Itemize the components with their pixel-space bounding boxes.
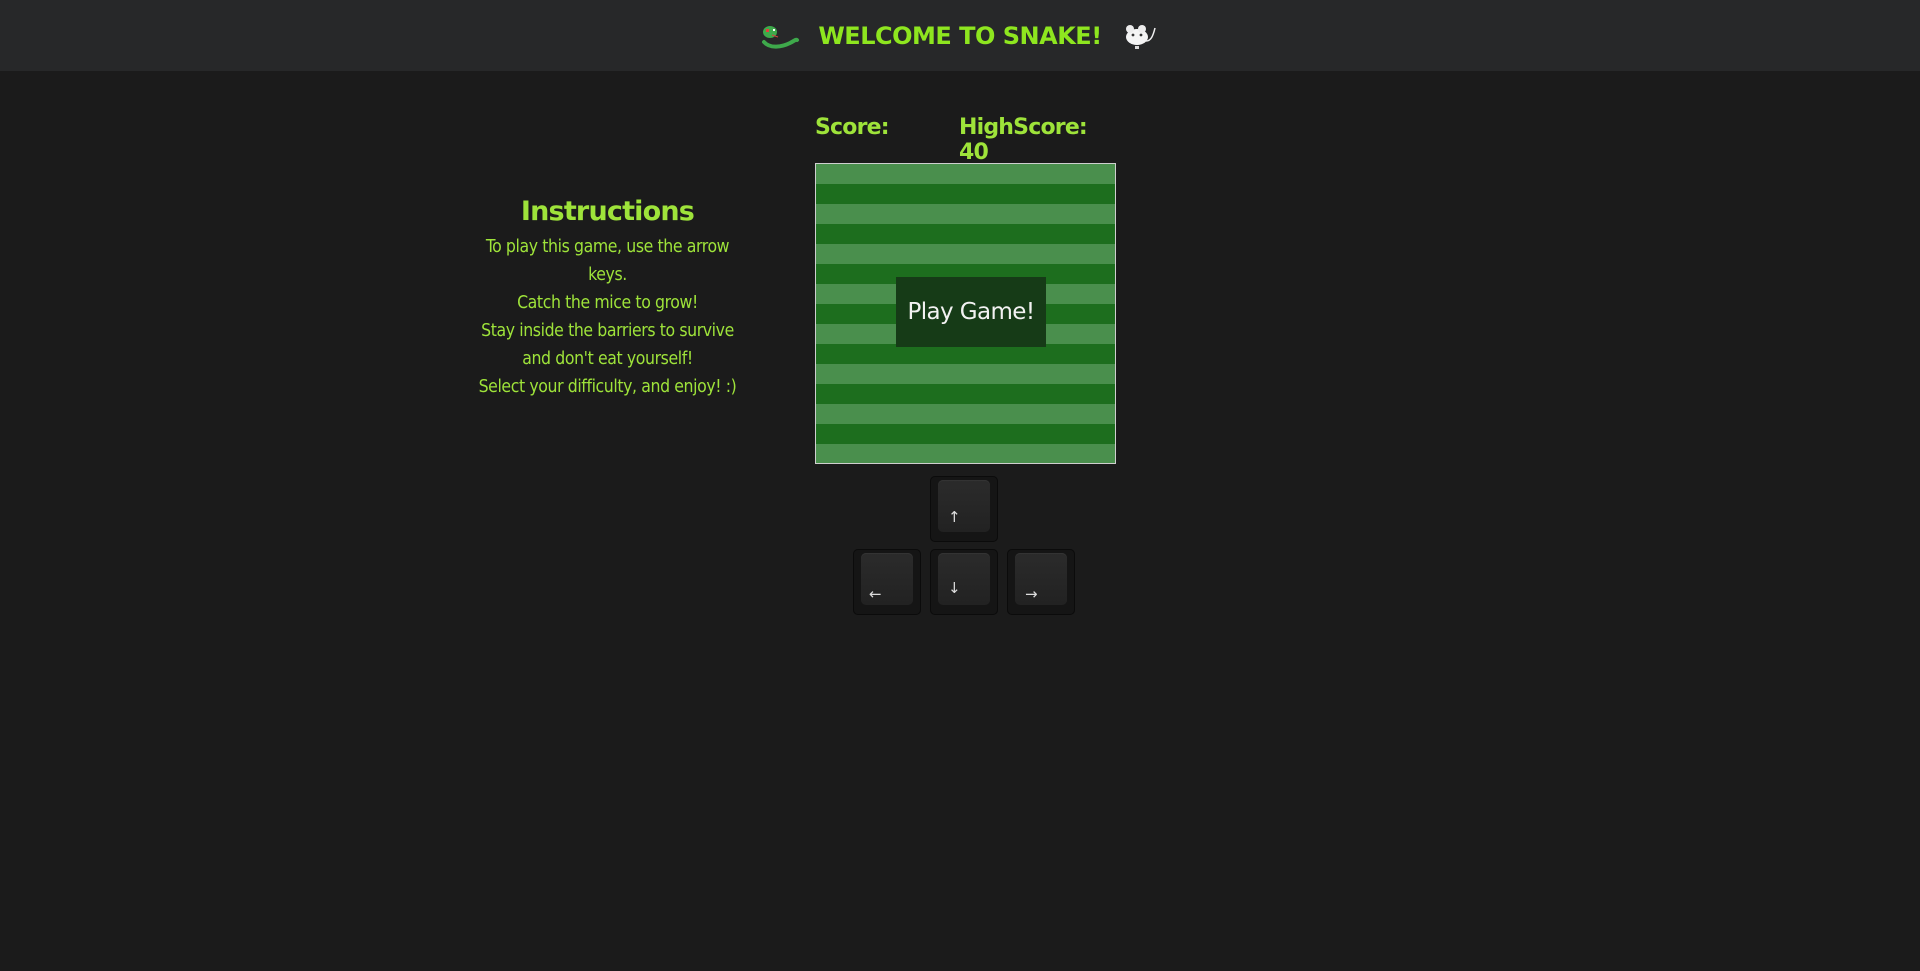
arrow-right-key-cap[interactable]	[1015, 553, 1067, 605]
page-title: WELCOME TO SNAKE!	[818, 21, 1102, 50]
instructions-heading: Instructions	[520, 196, 695, 227]
instruction-line: Stay inside the barriers to survive	[481, 321, 734, 341]
snake-icon	[760, 21, 800, 51]
arrow-left-icon: ←	[869, 585, 882, 603]
top-bar: WELCOME TO SNAKE!	[0, 0, 1920, 71]
play-game-button[interactable]: Play Game!	[896, 277, 1046, 347]
instruction-line: and don't eat yourself!	[522, 349, 693, 369]
arrow-down-key-cap[interactable]	[938, 553, 990, 605]
arrow-left-key[interactable]: ←	[853, 549, 921, 615]
instructions-panel: Instructions To play this game, use the …	[455, 196, 760, 401]
arrow-down-icon: ↓	[948, 579, 961, 597]
arrow-up-key[interactable]: ↑	[930, 476, 998, 542]
instruction-line: Select your difficulty, and enjoy! :)	[478, 377, 737, 397]
score-label-text: Score:	[815, 115, 890, 140]
game-board[interactable]: Play Game!	[815, 163, 1116, 464]
scoreboard: Score: HighScore: 40	[815, 115, 1105, 165]
high-score: HighScore: 40	[959, 115, 1088, 165]
instruction-line: To play this game, use the arrow	[485, 237, 730, 257]
instruction-line: keys.	[588, 265, 627, 285]
score-label: Score:	[815, 115, 895, 140]
arrow-down-key[interactable]: ↓	[930, 549, 998, 615]
arrow-up-key-cap[interactable]	[938, 480, 990, 532]
instruction-line: Catch the mice to grow!	[517, 293, 698, 313]
arrow-right-key[interactable]: →	[1007, 549, 1075, 615]
arrow-up-icon: ↑	[948, 508, 961, 526]
arrow-right-icon: →	[1025, 585, 1038, 603]
mouse-icon	[1120, 21, 1160, 51]
title-wrap: WELCOME TO SNAKE!	[760, 21, 1159, 51]
